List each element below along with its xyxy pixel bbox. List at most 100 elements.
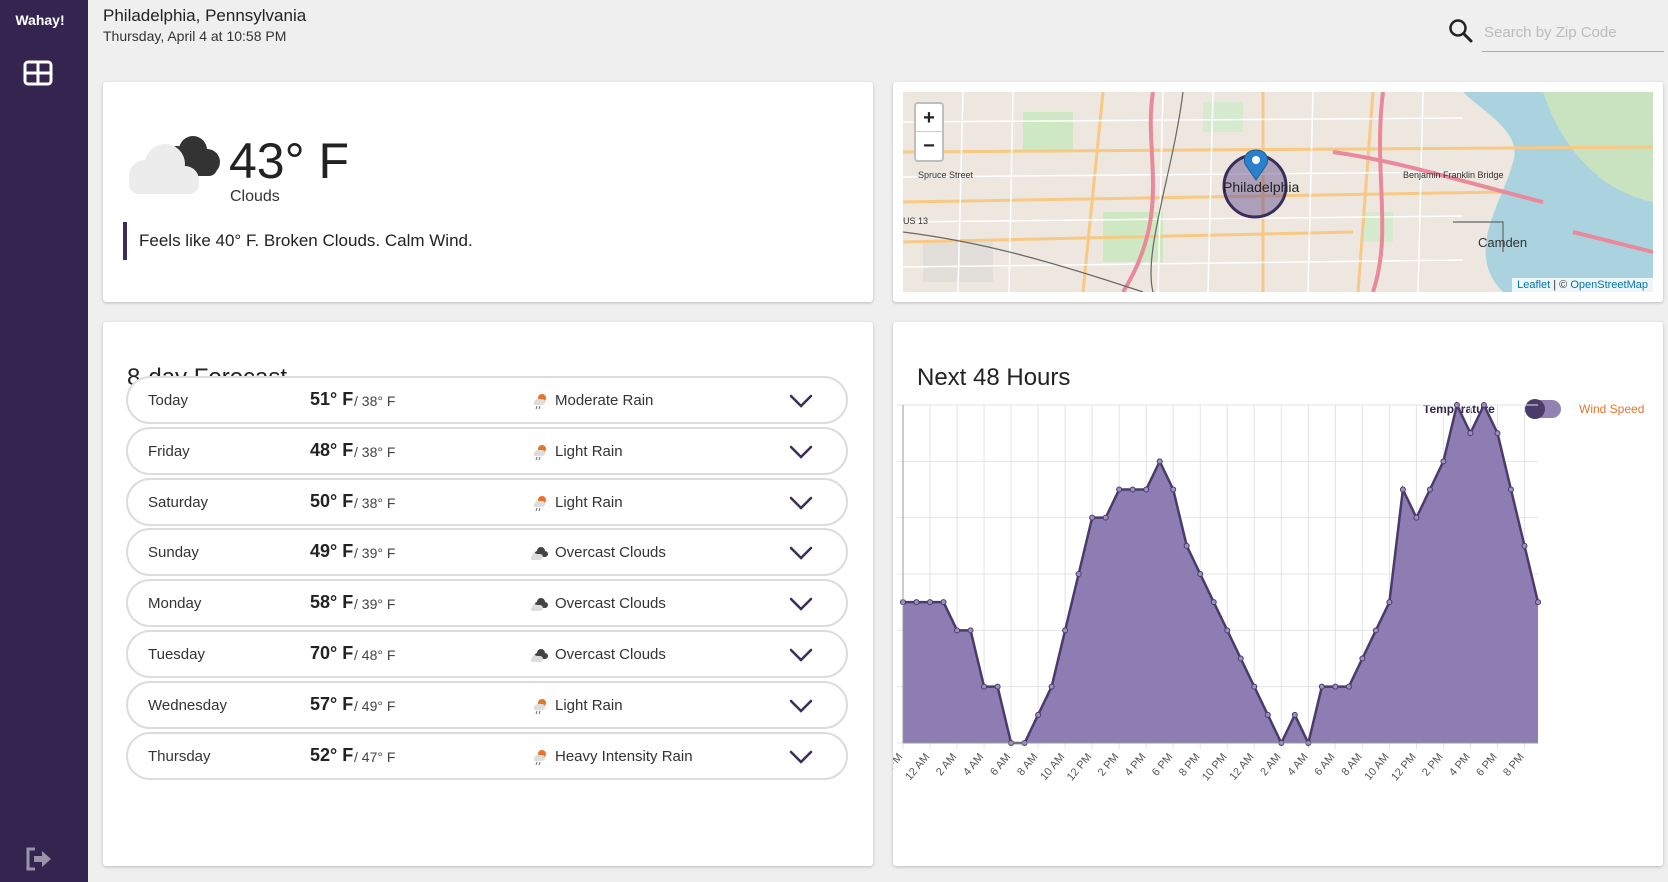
chevron-down-icon[interactable] <box>788 697 814 715</box>
forecast-row[interactable]: Monday 58° F/ 39° F Overcast Clouds <box>126 579 848 628</box>
chevron-down-icon[interactable] <box>788 595 814 613</box>
current-description: Feels like 40° F. Broken Clouds. Calm Wi… <box>123 222 473 260</box>
chevron-down-icon[interactable] <box>788 443 814 461</box>
brand-logo[interactable]: Wahay! <box>0 12 80 28</box>
forecast-high: 70° F <box>310 643 354 663</box>
temperature-point <box>1251 683 1258 690</box>
map-zoom-control: + − <box>914 102 944 162</box>
temperature-point <box>1264 711 1271 718</box>
dashboard-icon[interactable] <box>23 60 53 86</box>
temperature-point <box>1048 683 1055 690</box>
x-tick-label: 2 AM <box>934 751 959 778</box>
temperature-point <box>1062 627 1069 634</box>
chevron-down-icon[interactable] <box>788 494 814 512</box>
forecast-low: / 39° F <box>354 545 396 562</box>
temperature-point <box>1494 430 1501 437</box>
forecast-row[interactable]: Sunday 49° F/ 39° F Overcast Clouds <box>126 528 848 577</box>
forecast-day: Today <box>148 392 189 409</box>
map-label-us13: US 13 <box>903 216 928 226</box>
x-tick-label: 4 AM <box>961 751 986 778</box>
forecast-low: / 48° F <box>354 647 396 663</box>
forecast-day: Friday <box>148 442 190 460</box>
chevron-down-icon[interactable] <box>788 544 814 562</box>
x-tick-label: 10 PM <box>1200 751 1230 783</box>
forecast-row[interactable]: Saturday 50° F/ 38° F Light Rain <box>126 477 848 526</box>
x-tick-label: 6 PM <box>1150 751 1176 778</box>
overcast-icon <box>530 646 549 664</box>
forecast-row[interactable]: Tuesday 70° F/ 48° F Overcast Clouds <box>126 630 848 678</box>
zoom-out-button[interactable]: − <box>916 132 942 160</box>
temperature-point <box>1332 683 1339 690</box>
hourly-temperature-chart: 38 °F40 °F42 °F44 °F46 °F48 °F50 °F10 PM… <box>893 401 1541 783</box>
temperature-point <box>913 599 920 606</box>
forecast-day: Wednesday <box>148 696 227 714</box>
x-tick-label: 10 AM <box>1038 751 1067 783</box>
current-weather-card: 43° F Clouds Feels like 40° F. Broken Cl… <box>103 82 873 302</box>
temperature-point <box>1129 486 1136 493</box>
temperature-point <box>927 599 934 606</box>
leaflet-link[interactable]: Leaflet <box>1517 279 1550 291</box>
x-tick-label: 12 AM <box>903 751 932 783</box>
forecast-row[interactable]: Friday 48° F/ 38° F Light Rain <box>126 426 848 475</box>
forecast-high: 51° F <box>310 389 354 409</box>
map-label-spruce: Spruce Street <box>918 170 974 180</box>
x-tick-label: 2 PM <box>1096 751 1122 778</box>
forecast-row[interactable]: Wednesday 57° F/ 49° F Light Rain <box>126 680 848 729</box>
search-icon[interactable] <box>1448 18 1474 44</box>
map-label-camden: Camden <box>1478 235 1527 250</box>
rain-icon <box>531 748 549 766</box>
temperature-point <box>1075 571 1082 577</box>
forecast-row[interactable]: Today 51° F/ 38° F Moderate Rain <box>126 376 848 424</box>
temperature-point <box>1507 486 1514 493</box>
x-tick-label: 8 AM <box>1339 751 1364 778</box>
chevron-down-icon[interactable] <box>788 392 814 410</box>
osm-link[interactable]: OpenStreetMap <box>1570 279 1648 291</box>
forecast-condition: Heavy Intensity Rain <box>555 747 693 765</box>
map-label-bridge: Benjamin Franklin Bridge <box>1403 170 1504 180</box>
forecast-low: / 39° F <box>354 596 396 613</box>
forecast-card: 8-day Forecast Today51° F/ 38° FModerate… <box>103 322 873 866</box>
map-tiles: Spruce Street US 13 Benjamin Franklin Br… <box>903 92 1653 292</box>
attribution-separator: | © <box>1550 279 1571 291</box>
zoom-in-button[interactable]: + <box>916 104 942 132</box>
temperature-point <box>1170 486 1177 493</box>
rain-icon <box>531 697 549 715</box>
x-tick-label: 10 PM <box>893 751 905 783</box>
temperature-point <box>1480 402 1487 408</box>
sidebar: Wahay! <box>0 0 88 882</box>
temperature-point <box>1291 711 1298 718</box>
temperature-point <box>1183 542 1190 549</box>
logout-icon[interactable] <box>24 846 54 872</box>
x-tick-label: 8 PM <box>1501 751 1527 778</box>
x-tick-label: 8 AM <box>1015 751 1040 778</box>
temperature-point <box>1345 683 1352 690</box>
temperature-point <box>1210 599 1217 606</box>
x-tick-label: 2 AM <box>1258 751 1283 778</box>
forecast-low: / 47° F <box>354 748 396 765</box>
forecast-row[interactable]: Thursday 52° F/ 47° F Heavy Intensity Rain <box>126 731 848 780</box>
forecast-condition: Moderate Rain <box>555 392 654 409</box>
temperature-point <box>1089 514 1096 521</box>
forecast-condition: Light Rain <box>555 442 623 460</box>
cloudy-icon <box>129 136 220 194</box>
temperature-point <box>1116 486 1123 493</box>
temperature-point <box>994 683 1001 690</box>
x-tick-label: 12 PM <box>1389 751 1419 783</box>
temperature-point <box>1372 627 1379 634</box>
forecast-day: Monday <box>148 595 202 613</box>
chevron-down-icon[interactable] <box>788 646 814 664</box>
forecast-low: / 49° F <box>354 697 396 714</box>
city-map[interactable]: Spruce Street US 13 Benjamin Franklin Br… <box>903 92 1653 292</box>
forecast-day: Tuesday <box>148 646 205 663</box>
current-temperature: 43° F <box>229 133 350 189</box>
temperature-point <box>967 627 974 634</box>
temperature-point <box>940 599 947 606</box>
location-title: Philadelphia, Pennsylvania <box>103 6 307 25</box>
temperature-point <box>1102 514 1109 521</box>
x-tick-label: 12 AM <box>1227 751 1256 783</box>
zip-search-input[interactable] <box>1482 14 1664 52</box>
chevron-down-icon[interactable] <box>788 748 814 766</box>
forecast-day: Thursday <box>148 747 211 765</box>
forecast-high: 48° F <box>310 439 354 460</box>
temperature-point <box>1440 458 1447 465</box>
